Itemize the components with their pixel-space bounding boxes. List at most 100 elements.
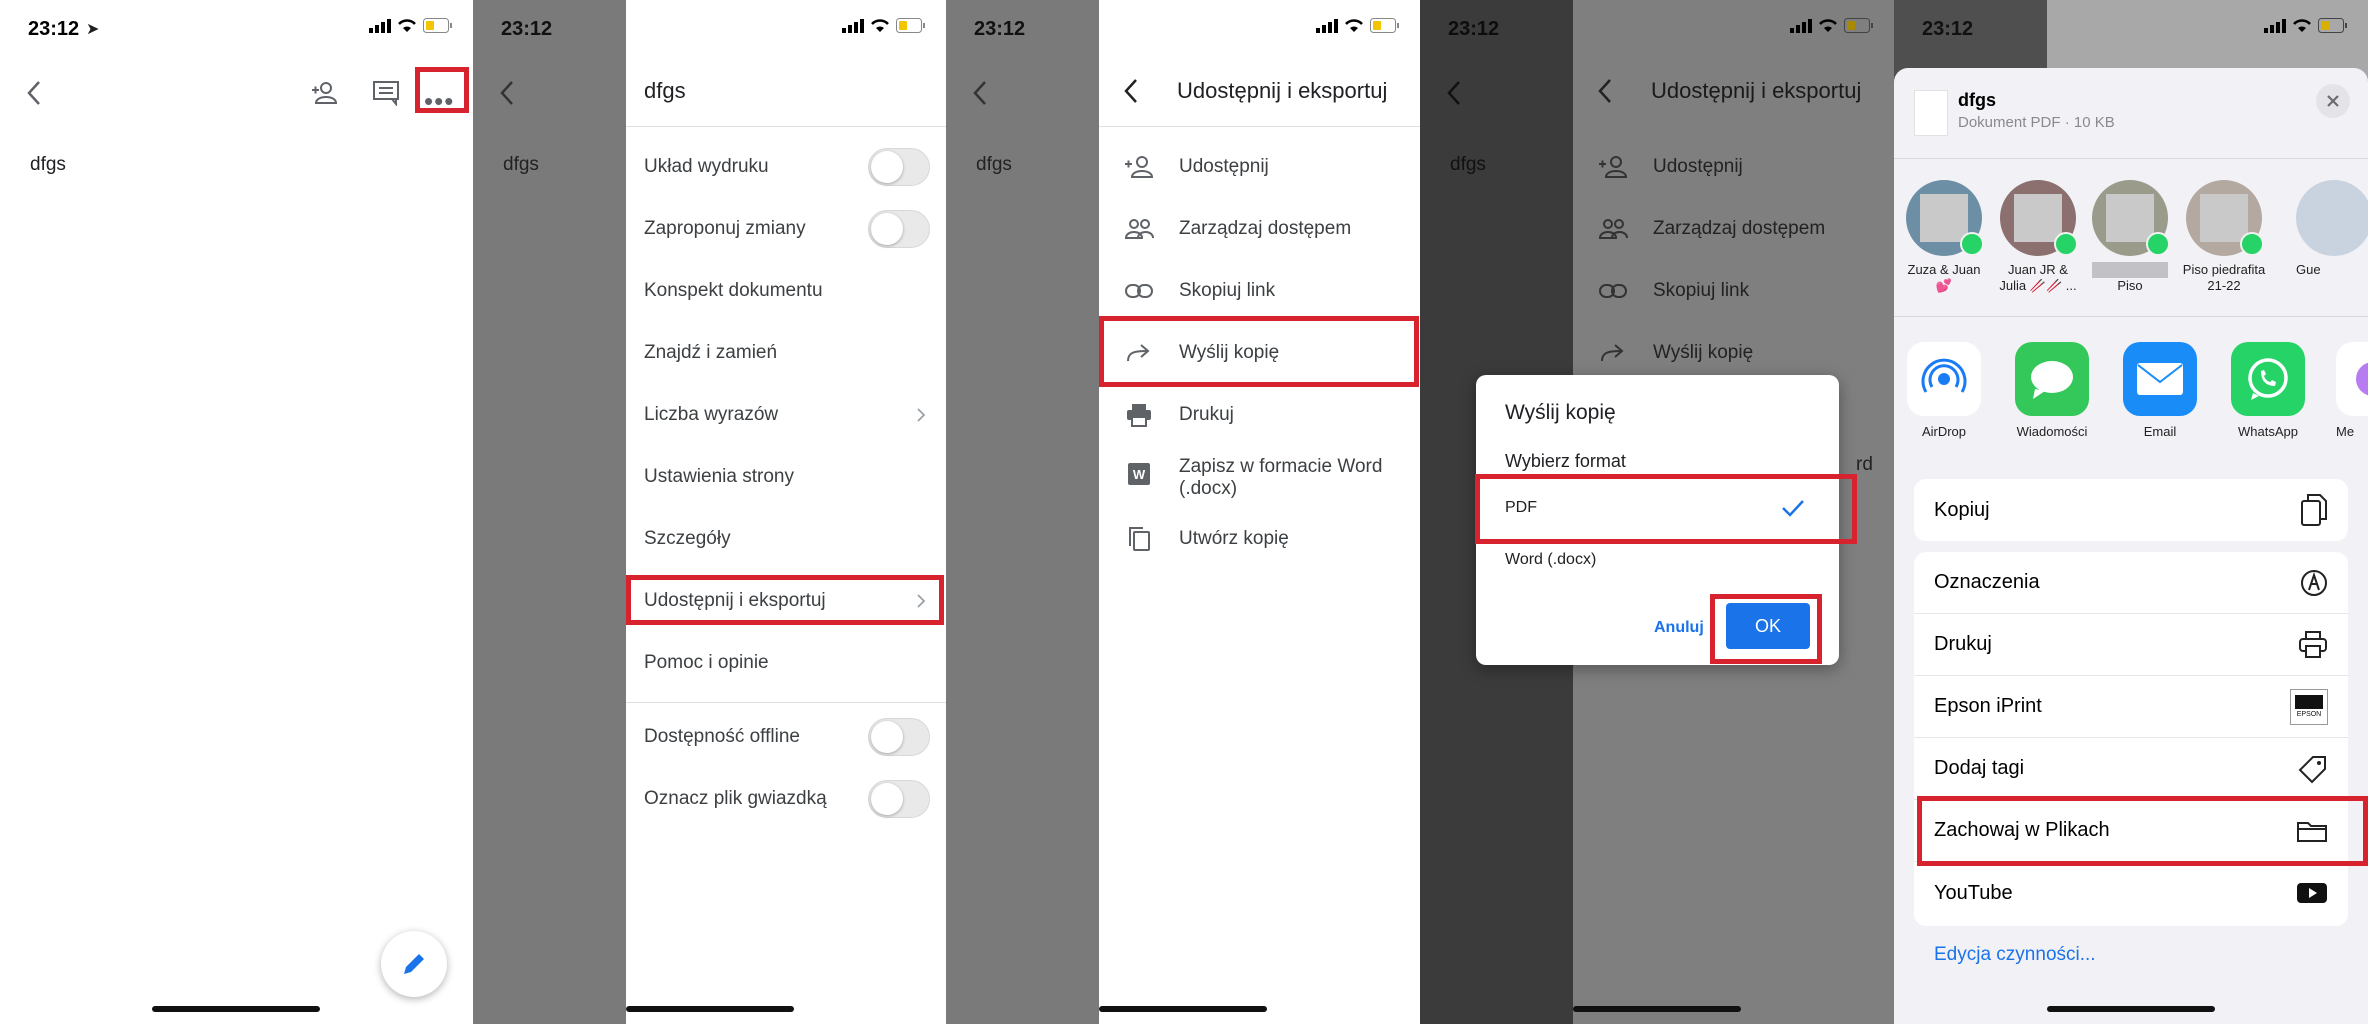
app-email[interactable]: Email (2110, 342, 2210, 439)
menu-item-find-replace[interactable]: Znajdź i zamień (626, 322, 946, 384)
back-arrow-icon[interactable] (1123, 78, 1139, 104)
menu-item-label: Oznacz plik gwiazdką (644, 788, 827, 809)
add-person-icon (1599, 156, 1628, 178)
menu-item-offline[interactable]: Dostępność offline (626, 706, 946, 768)
share-item-copy-link[interactable]: Skopiuj link (1099, 260, 1420, 322)
share-item-share[interactable]: Udostępnij (1099, 136, 1420, 198)
contact-5[interactable]: Gue (2292, 180, 2368, 278)
add-person-icon (1125, 156, 1154, 178)
file-name: dfgs (1958, 90, 1996, 110)
share-item-label: Zarządzaj dostępem (1653, 218, 1826, 239)
contact-name: Zuza & Juan (1907, 262, 1981, 277)
menu-drawer: dfgs Układ wydruku Zaproponuj zmiany Kon… (626, 0, 946, 1024)
contact-1[interactable]: Zuza & Juan 💕 (1894, 180, 1994, 294)
edit-actions-link[interactable]: Edycja czynności... (1934, 944, 2096, 966)
menu-item-suggest-changes[interactable]: Zaproponuj zmiany (626, 198, 946, 260)
share-item-make-copy[interactable]: Utwórz kopię (1099, 508, 1420, 570)
forward-arrow-icon (1601, 344, 1624, 362)
battery-icon (2318, 18, 2347, 33)
battery-icon (423, 18, 452, 33)
link-icon (1599, 284, 1627, 298)
menu-item-outline[interactable]: Konspekt dokumentu (626, 260, 946, 322)
suggest-changes-toggle[interactable] (868, 210, 930, 248)
dialog-title: Wyślij kopię (1505, 401, 1616, 424)
wifi-icon (871, 19, 889, 32)
action-label: Oznaczenia (1934, 571, 2040, 593)
tag-icon (2298, 755, 2326, 783)
more-icon (2336, 342, 2368, 416)
share-item-label: Skopiuj link (1179, 280, 1276, 301)
back-arrow-icon (1598, 79, 1611, 103)
svg-text:W: W (1133, 467, 1146, 482)
menu-item-label: Dostępność offline (644, 726, 800, 747)
status-time: 23:12 (1448, 18, 1500, 40)
wifi-icon (398, 19, 416, 32)
action-label: Dodaj tagi (1934, 757, 2025, 779)
action-copy[interactable]: Kopiuj (1914, 479, 2348, 541)
back-arrow-icon (973, 81, 986, 105)
share-item-print[interactable]: Drukuj (1099, 384, 1420, 446)
whatsapp-badge-icon (2240, 232, 2264, 256)
status-icons (2264, 18, 2348, 33)
action-markup[interactable]: Oznaczenia (1914, 552, 2348, 614)
menu-item-print-layout[interactable]: Układ wydruku (626, 136, 946, 198)
highlight-ok-button (1710, 594, 1822, 664)
add-person-icon[interactable] (310, 80, 342, 106)
menu-item-word-count[interactable]: Liczba wyrazów (626, 384, 946, 446)
edit-fab[interactable] (381, 931, 447, 997)
app-messages[interactable]: Wiadomości (2002, 342, 2102, 439)
dimmed-document[interactable]: 23:12 dfgs (946, 0, 1099, 1024)
action-add-tags[interactable]: Dodaj tagi (1914, 738, 2348, 800)
highlight-more-button (415, 67, 469, 113)
markup-pen-icon (2301, 569, 2327, 596)
share-item-save-word[interactable]: W Zapisz w formacie Word (.docx) (1099, 446, 1420, 510)
app-label: WhatsApp (2238, 424, 2298, 439)
share-export-screen: 23:12 dfgs Udostępnij i eksportuj Udostę… (946, 0, 1420, 1024)
share-title: Udostępnij i eksportuj (1177, 78, 1388, 103)
app-whatsapp[interactable]: WhatsApp (2218, 342, 2318, 439)
printer-icon (2299, 630, 2327, 658)
pencil-icon (404, 954, 424, 974)
copy-doc-icon (2301, 494, 2327, 526)
action-epson-iprint[interactable]: Epson iPrint EPSON (1914, 676, 2348, 738)
menu-item-star[interactable]: Oznacz plik gwiazdką (626, 768, 946, 830)
signal-icon (1316, 18, 1338, 33)
menu-item-page-setup[interactable]: Ustawienia strony (626, 446, 946, 508)
print-layout-toggle[interactable] (868, 148, 930, 186)
contact-name-redacted (2092, 262, 2168, 278)
ios-share-sheet-screen: 23:12 dfgs Dokument PDF · 10 KB Zuza & J… (1894, 0, 2368, 1024)
divider (1894, 158, 2368, 159)
status-time: 23:12 (28, 18, 80, 40)
contact-3[interactable]: Piso (2080, 180, 2180, 294)
cancel-button[interactable]: Anuluj (1654, 619, 1704, 637)
signal-icon (1790, 18, 1812, 33)
status-icons (842, 18, 926, 33)
menu-item-details[interactable]: Szczegóły (626, 508, 946, 570)
home-indicator (152, 1006, 320, 1012)
chevron-right-icon (917, 408, 926, 422)
dimmed-document[interactable]: 23:12 dfgs (473, 0, 626, 1024)
status-time: 23:12 (501, 18, 553, 40)
contact-name-2: Piso (2117, 278, 2143, 293)
action-youtube[interactable]: YouTube (1914, 862, 2348, 924)
contact-2[interactable]: Juan JR & Julia 🥢🥢 ... (1988, 180, 2088, 294)
share-item-label: Udostępnij (1653, 156, 1743, 177)
back-arrow-icon[interactable] (26, 80, 42, 106)
close-button[interactable] (2316, 84, 2350, 118)
star-toggle[interactable] (868, 780, 930, 818)
action-print[interactable]: Drukuj (1914, 614, 2348, 676)
app-airdrop[interactable]: AirDrop (1894, 342, 1994, 439)
menu-item-label: Zaproponuj zmiany (644, 218, 806, 239)
share-item-manage-access[interactable]: Zarządzaj dostępem (1099, 198, 1420, 260)
divider (1099, 126, 1420, 127)
home-indicator (2047, 1006, 2215, 1012)
battery-icon (896, 18, 925, 33)
comment-icon[interactable] (372, 80, 400, 106)
signal-icon (2264, 18, 2286, 33)
menu-item-help[interactable]: Pomoc i opinie (626, 632, 946, 694)
share-item-label: Udostępnij (1179, 156, 1269, 177)
offline-toggle[interactable] (868, 718, 930, 756)
contact-4[interactable]: Piso piedrafita 21-22 (2174, 180, 2274, 294)
share-item-label: Zapisz w formacie Word (1179, 456, 1383, 477)
app-more[interactable]: Me (2326, 342, 2368, 439)
